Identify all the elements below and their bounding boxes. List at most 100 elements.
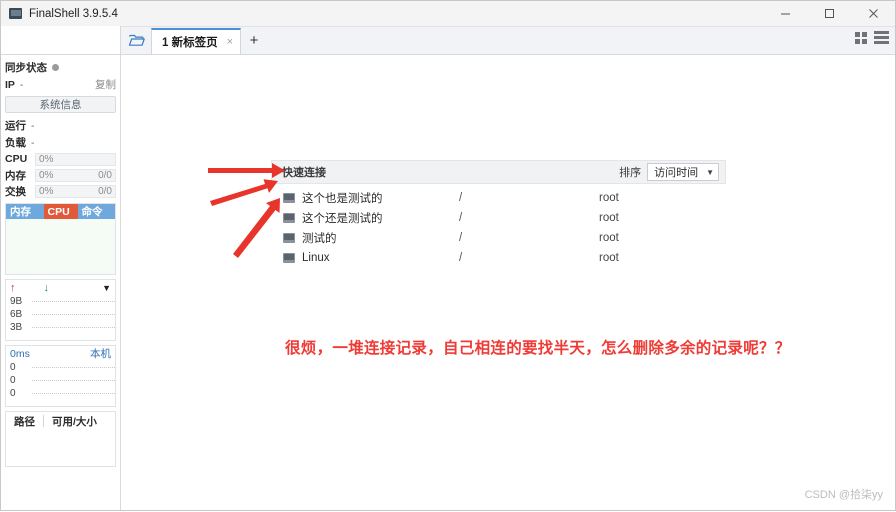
quick-connect-title: 快速连接: [282, 167, 326, 179]
process-col-memory[interactable]: 内存: [6, 204, 44, 219]
connection-name: Linux: [302, 252, 330, 264]
network-graph-panel: ↑ ↓ ▼ 9B 6B 3B: [5, 279, 116, 341]
disk-col-path[interactable]: 路径: [6, 414, 43, 429]
title-bar: FinalShell 3.9.5.4: [1, 1, 895, 27]
ping-scale-row: 0: [10, 387, 115, 400]
sort-label: 排序: [619, 167, 642, 179]
connection-list: 这个也是测试的 / root 这个还是测试的 / root 测试的 / root…: [271, 184, 726, 268]
meter-percent-swap: 0%: [39, 185, 54, 197]
connection-name-cell: 测试的: [271, 230, 459, 246]
process-table-body: [6, 219, 115, 274]
server-icon: [283, 233, 295, 243]
network-scale-row: 9B: [10, 295, 115, 308]
body-wrapper: 同步状态 IP - 复制 系统信息 运行 - 负载 - CPU 0% 内存 0%…: [1, 55, 895, 510]
ping-latency-value: 0ms: [10, 347, 30, 360]
tab-strip: 1 新标签页 × +: [1, 26, 895, 55]
minimize-button[interactable]: [763, 1, 807, 27]
connection-user: root: [599, 232, 619, 244]
network-scale-row: 3B: [10, 321, 115, 334]
window-title: FinalShell 3.9.5.4: [29, 7, 118, 20]
download-arrow-icon: ↓: [43, 281, 50, 294]
list-item[interactable]: Linux / root: [271, 248, 726, 268]
process-table-header: 内存 CPU 命令: [6, 204, 115, 219]
quick-connect-header: 快速连接 排序 访问时间 ▼: [271, 160, 726, 184]
tab-new-page[interactable]: 1 新标签页 ×: [151, 28, 242, 54]
disk-col-size[interactable]: 可用/大小: [44, 414, 105, 429]
connection-user: root: [599, 192, 619, 204]
watermark: CSDN @拾柒yy: [804, 489, 883, 501]
process-panel: 内存 CPU 命令: [5, 203, 116, 275]
gridline: [32, 380, 115, 381]
meter-label-cpu: CPU: [5, 153, 28, 165]
grid-view-icon[interactable]: [855, 31, 867, 44]
view-toggle-group: [855, 31, 889, 44]
meter-percent-cpu: 0%: [39, 153, 54, 165]
connection-name: 这个还是测试的: [302, 213, 383, 225]
sync-status-indicator: [52, 64, 59, 71]
network-scale-row: 6B: [10, 308, 115, 321]
server-icon: [283, 253, 295, 263]
list-view-icon[interactable]: [874, 31, 889, 44]
meter-row-swap: 交换 0% 0/0: [5, 183, 116, 199]
tab-close-icon[interactable]: ×: [227, 36, 233, 48]
connection-path: /: [459, 212, 463, 224]
ping-scale-label-1: 0: [10, 375, 16, 386]
list-item[interactable]: 测试的 / root: [271, 228, 726, 248]
load-label: 负载: [5, 137, 26, 149]
connection-path: /: [459, 252, 463, 264]
list-item[interactable]: 这个也是测试的 / root: [271, 188, 726, 208]
gridline: [32, 393, 115, 394]
ping-scale: 0 0 0: [6, 361, 115, 400]
close-button[interactable]: [851, 1, 895, 27]
ping-scale-label-2: 0: [10, 388, 16, 399]
ip-row: IP - 复制: [5, 76, 116, 93]
maximize-button[interactable]: [807, 1, 851, 27]
ip-label: IP: [5, 78, 15, 91]
meter-bar-swap: 0% 0/0: [35, 184, 116, 198]
system-info-button[interactable]: 系统信息: [5, 96, 116, 113]
caret-down-icon[interactable]: ▼: [102, 283, 111, 293]
meter-detail-memory: 0/0: [98, 169, 112, 181]
meter-bar-memory: 0% 0/0: [35, 168, 116, 182]
server-icon: [283, 213, 295, 223]
sort-control-group: 排序 访问时间 ▼: [619, 163, 719, 181]
ping-graph-panel: 0ms 本机 0 0 0: [5, 345, 116, 407]
add-tab-button[interactable]: +: [241, 26, 267, 54]
connection-name-cell: Linux: [271, 252, 459, 264]
disk-usage-panel: 路径 可用/大小: [5, 411, 116, 467]
sync-status-row: 同步状态: [5, 59, 116, 76]
meter-row-cpu: CPU 0%: [5, 151, 116, 167]
quick-connect-panel: 快速连接 排序 访问时间 ▼ 这个也是测试的 / root 这个还是测试的 / …: [271, 160, 726, 268]
copy-ip-link[interactable]: 复制: [95, 77, 116, 92]
meter-label-memory: 内存: [5, 169, 26, 182]
chevron-down-icon: ▼: [706, 167, 714, 177]
connection-name: 测试的: [302, 233, 337, 245]
network-scale-label-2: 3B: [10, 322, 23, 333]
network-scale-label-1: 6B: [10, 309, 23, 320]
app-icon: [9, 8, 22, 19]
connection-user: root: [599, 212, 619, 224]
connection-path: /: [459, 192, 463, 204]
meter-percent-memory: 0%: [39, 169, 54, 181]
sort-selected-value: 访问时间: [654, 167, 699, 179]
tab-label: 1 新标签页: [162, 37, 218, 49]
title-bar-left: FinalShell 3.9.5.4: [1, 8, 118, 20]
ping-graph-header: 0ms 本机: [6, 346, 115, 361]
network-scale-label-0: 9B: [10, 296, 23, 307]
folder-open-icon[interactable]: [121, 26, 151, 54]
connection-path: /: [459, 232, 463, 244]
sidebar-header-spacer: [1, 26, 121, 54]
list-item[interactable]: 这个还是测试的 / root: [271, 208, 726, 228]
connection-name-cell: 这个也是测试的: [271, 190, 459, 206]
process-col-cpu[interactable]: CPU: [43, 204, 78, 219]
sync-status-label: 同步状态: [5, 62, 47, 74]
main-content: 快速连接 排序 访问时间 ▼ 这个也是测试的 / root 这个还是测试的 / …: [121, 55, 895, 510]
load-row: 负载 -: [5, 134, 116, 151]
sort-dropdown[interactable]: 访问时间 ▼: [647, 163, 719, 181]
meter-bar-cpu: 0%: [35, 152, 116, 166]
window-controls: [763, 1, 895, 27]
uptime-row: 运行 -: [5, 117, 116, 134]
gridline: [32, 301, 115, 302]
process-col-command[interactable]: 命令: [78, 204, 116, 219]
ping-host-label[interactable]: 本机: [90, 346, 111, 361]
